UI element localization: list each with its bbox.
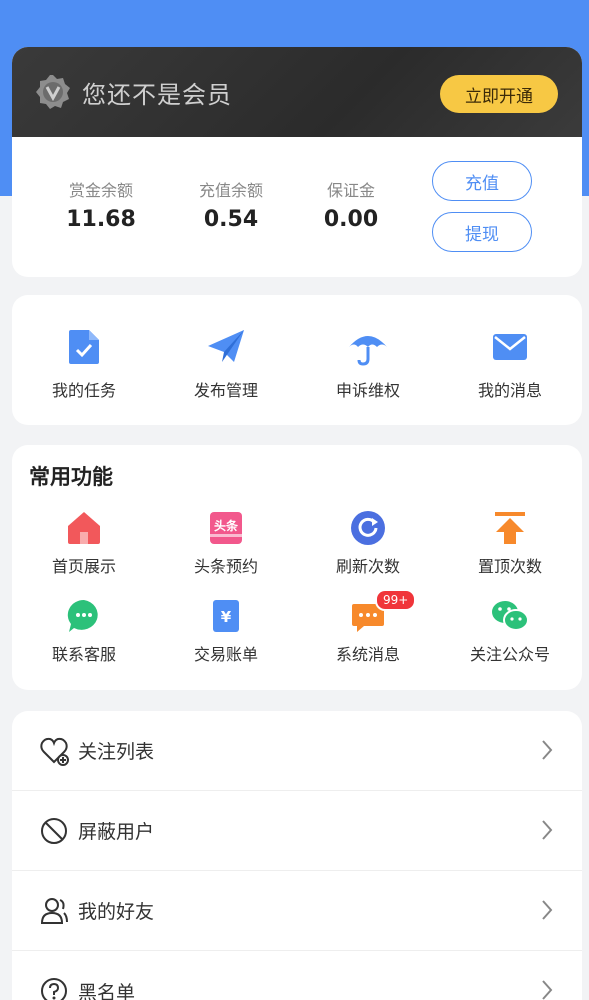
- member-card: 您还不是会员 立即开通 赏金余额 11.68 充值余额 0.54 保证金 0.0…: [12, 47, 582, 277]
- my-tasks-label: 我的任务: [51, 381, 116, 400]
- balance-area: 赏金余额 11.68 充值余额 0.54 保证金 0.00 充值 提现: [12, 137, 582, 277]
- chevron-right-icon: [540, 898, 554, 926]
- system-message-item[interactable]: 99+ 系统消息: [297, 589, 439, 665]
- recharge-button[interactable]: 充值: [432, 161, 532, 201]
- appeal-item[interactable]: 申诉维权: [297, 327, 439, 401]
- wechat-icon: [439, 597, 581, 635]
- member-banner: 您还不是会员 立即开通: [12, 47, 582, 137]
- home-display-item[interactable]: 首页展示: [13, 509, 155, 577]
- section-title: 常用功能: [29, 465, 113, 489]
- headline-booking-item[interactable]: 头条 头条预约: [155, 509, 297, 577]
- headline-booking-label: 头条预约: [193, 557, 258, 576]
- common-functions-card: 常用功能 首页展示 头条 头条预约 刷新次数 置顶次数 联系客服 ¥ 交易账单 …: [12, 445, 582, 690]
- chevron-right-icon: [540, 738, 554, 766]
- home-icon: [13, 509, 155, 547]
- deposit-value: 0.00: [323, 207, 379, 232]
- pin-top-count-item[interactable]: 置顶次数: [439, 509, 581, 577]
- follow-official-item[interactable]: 关注公众号: [439, 597, 581, 665]
- list-item-label: 关注列表: [78, 741, 155, 763]
- list-item-label: 屏蔽用户: [78, 821, 155, 843]
- headline-icon: 头条: [155, 509, 297, 547]
- list-item-blacklist[interactable]: 黑名单: [12, 951, 582, 1000]
- block-icon: [38, 815, 70, 847]
- my-tasks-item[interactable]: 我的任务: [13, 327, 155, 401]
- pin-top-count-label: 置顶次数: [477, 557, 542, 576]
- list-item-follow-list[interactable]: 关注列表: [12, 711, 582, 791]
- bill-icon-text: ¥: [221, 608, 232, 626]
- paper-plane-icon: [155, 327, 297, 367]
- transaction-bill-item[interactable]: ¥ 交易账单: [155, 597, 297, 665]
- pin-top-icon: [439, 509, 581, 547]
- chat-bubble-icon: [13, 597, 155, 635]
- message-icon: 99+: [297, 589, 439, 635]
- list-item-blocked-users[interactable]: 屏蔽用户: [12, 791, 582, 871]
- list-item-label: 黑名单: [78, 981, 136, 1000]
- publish-manage-label: 发布管理: [193, 381, 258, 400]
- recharge-balance-label: 充值余额: [198, 181, 263, 200]
- refresh-count-item[interactable]: 刷新次数: [297, 509, 439, 577]
- notification-badge: 99+: [375, 589, 417, 611]
- chevron-right-icon: [540, 978, 554, 1000]
- my-messages-label: 我的消息: [477, 381, 542, 400]
- deposit-label: 保证金: [326, 181, 375, 200]
- mail-icon: [439, 327, 581, 367]
- task-doc-icon: [13, 327, 155, 367]
- recharge-balance: 充值余额 0.54: [176, 177, 286, 232]
- my-messages-item[interactable]: 我的消息: [439, 327, 581, 401]
- heart-plus-icon: [38, 735, 70, 767]
- member-status-text: 您还不是会员: [82, 80, 232, 109]
- recharge-balance-value: 0.54: [203, 207, 259, 232]
- refresh-count-label: 刷新次数: [335, 557, 400, 576]
- bounty-balance: 赏金余额 11.68: [46, 177, 156, 232]
- bill-icon: ¥: [155, 597, 297, 635]
- list-item-label: 我的好友: [78, 901, 155, 923]
- contact-service-item[interactable]: 联系客服: [13, 597, 155, 665]
- follow-official-label: 关注公众号: [469, 645, 550, 664]
- transaction-bill-label: 交易账单: [193, 645, 258, 664]
- contact-service-label: 联系客服: [51, 645, 116, 664]
- appeal-label: 申诉维权: [335, 381, 400, 400]
- menu-list-card: 关注列表 屏蔽用户 我的好友 黑名单: [12, 711, 582, 1000]
- chevron-right-icon: [540, 818, 554, 846]
- list-item-my-friends[interactable]: 我的好友: [12, 871, 582, 951]
- publish-manage-item[interactable]: 发布管理: [155, 327, 297, 401]
- system-message-label: 系统消息: [335, 645, 400, 664]
- umbrella-icon: [297, 327, 439, 367]
- home-display-label: 首页展示: [51, 557, 116, 576]
- vip-badge-icon: [34, 73, 72, 111]
- bounty-balance-label: 赏金余额: [68, 181, 133, 200]
- open-membership-button[interactable]: 立即开通: [440, 75, 558, 113]
- quick-actions-card: 我的任务 发布管理 申诉维权 我的消息: [12, 295, 582, 425]
- question-icon: [38, 975, 70, 1000]
- friends-icon: [38, 895, 70, 927]
- refresh-icon: [297, 509, 439, 547]
- deposit-balance: 保证金 0.00: [296, 177, 406, 232]
- bounty-balance-value: 11.68: [66, 207, 136, 232]
- headline-icon-text: 头条: [214, 518, 239, 533]
- withdraw-button[interactable]: 提现: [432, 212, 532, 252]
